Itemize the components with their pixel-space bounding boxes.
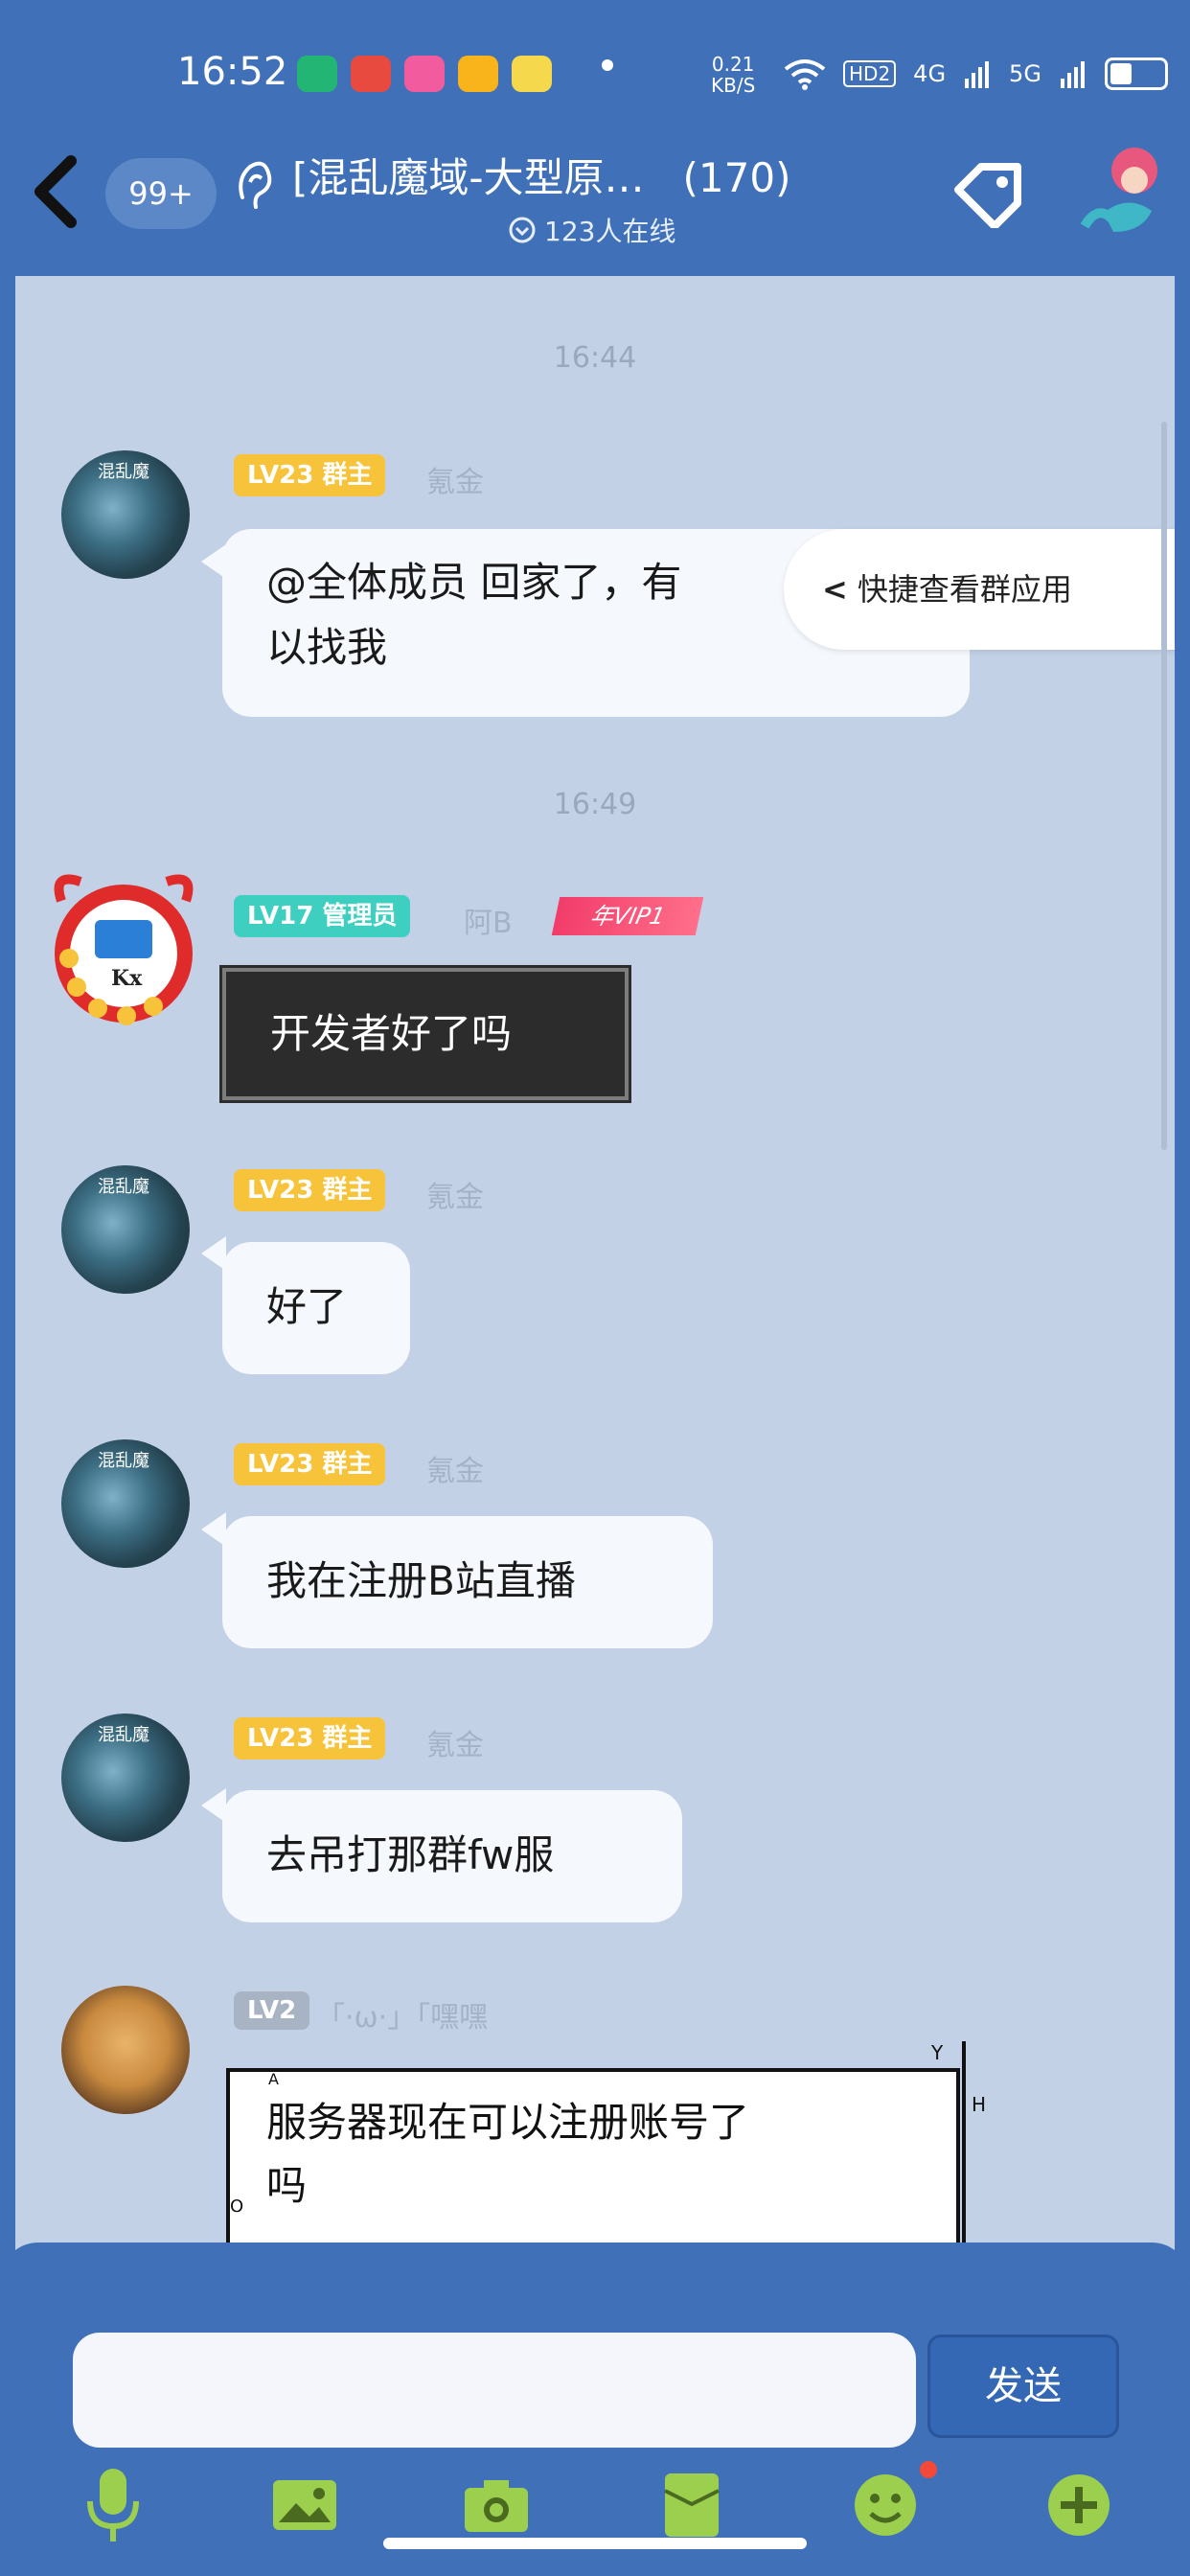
avatar[interactable] [61,1986,190,2114]
quick-view-group-apps-button[interactable]: < 快捷查看群应用 [784,529,1190,650]
video-icon [458,56,498,92]
bubble-frame-line [962,2041,966,2242]
signal-bars-icon [965,61,990,88]
ear-icon[interactable] [233,159,275,213]
timestamp: 16:49 [553,788,637,821]
status-time: 16:52 [177,50,288,94]
photos-icon [404,56,445,92]
back-icon[interactable] [29,153,82,230]
scrollbar[interactable] [1161,422,1167,1150]
timestamp: 16:44 [553,341,637,375]
chevron-left-icon: < [822,571,848,608]
group-tag-icon[interactable] [947,161,1027,228]
member-count: (170) [682,154,791,201]
axis-label: Y [931,2041,944,2064]
vip-badge: 年VIP1 [551,897,704,935]
sender-name[interactable]: 氪金 [426,1447,484,1489]
member-level-badge: LV23 群主 [234,1443,386,1485]
unread-count-badge[interactable]: 99+ [105,158,217,229]
message-bubble[interactable]: 好了 [222,1242,410,1374]
avatar[interactable]: 混乱魔 [61,1165,190,1294]
notification-dot [920,2461,937,2478]
avatar[interactable]: 混乱魔 [61,1439,190,1568]
online-count: 123人在线 [508,211,675,249]
emoji-icon[interactable] [847,2461,937,2543]
member-level-badge: LV2 [234,1991,310,2030]
avatar[interactable]: 混乱魔 [61,1714,190,1842]
member-level-badge: LV23 群主 [234,1169,386,1211]
member-level-badge: LV17 管理员 [234,895,411,937]
more-notifications-dot [602,59,613,71]
group-decoration-icon [1080,148,1157,232]
message-bubble[interactable]: 我在注册B站直播 [222,1516,713,1648]
sender-name[interactable]: 氪金 [426,458,484,500]
axis-label: H [972,2093,987,2116]
plus-icon[interactable] [1041,2467,1117,2543]
avatar-text: Kx [111,966,143,991]
image-icon[interactable] [266,2467,343,2543]
avatar[interactable]: 混乱魔 [61,450,190,579]
message-bubble[interactable]: 服务器现在可以注册账号了 吗 [226,2068,960,2250]
sender-name[interactable]: 「·ω·」「嘿嘿 [316,1993,488,2036]
status-indicators: HD2 4G 5G [784,58,1168,90]
sender-name[interactable]: 氪金 [426,1173,484,1215]
wifi-icon [784,59,826,90]
red-packet-icon[interactable] [653,2467,730,2543]
send-button[interactable]: 发送 [927,2334,1119,2438]
frame-left [0,0,15,2576]
camera-icon[interactable] [458,2467,535,2543]
sender-name[interactable]: 阿B [464,899,513,941]
chevron-down-circle-icon [509,217,536,243]
avatar[interactable]: Kx [42,862,205,1035]
member-level-badge: LV23 群主 [234,1717,386,1760]
notification-icons [297,56,552,92]
signal-bars-icon [1060,61,1085,88]
member-level-badge: LV23 群主 [234,454,386,496]
frame-right [1175,0,1190,2576]
signal-5g: 5G [1009,60,1041,87]
axis-label: A [268,2070,279,2088]
hd-indicator: HD2 [843,60,897,87]
app-notification-icon [297,56,337,92]
group-title[interactable]: [混乱魔域-大型原… (170) [292,146,790,204]
mail-icon [512,56,552,92]
signal-4g: 4G [913,60,947,87]
microphone-icon[interactable] [75,2467,151,2543]
message-input[interactable] [73,2333,916,2448]
battery-icon [1104,58,1168,90]
message-bubble[interactable]: 开发者好了吗 [219,965,631,1103]
weibo-icon [351,56,391,92]
axis-label: O [230,2196,244,2217]
network-speed: 0.21 KB/S [711,53,756,97]
home-indicator[interactable] [383,2538,807,2549]
sender-name[interactable]: 氪金 [426,1721,484,1763]
message-bubble[interactable]: 去吊打那群fw服 [222,1790,682,1922]
